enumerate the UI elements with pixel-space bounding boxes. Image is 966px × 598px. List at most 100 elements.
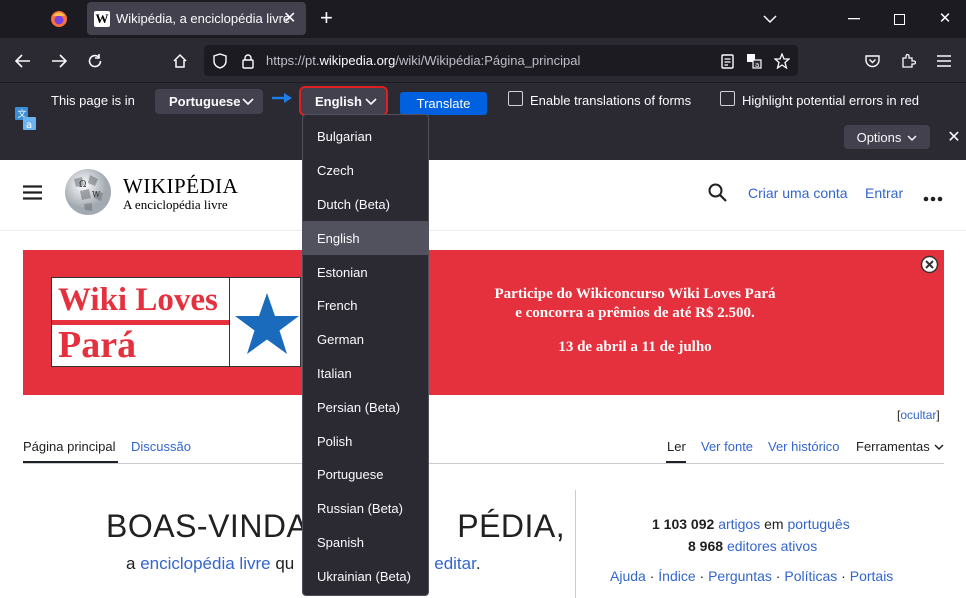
- options-button[interactable]: Options: [844, 125, 930, 149]
- tools-menu[interactable]: Ferramentas: [856, 439, 944, 454]
- close-window-icon[interactable]: ✕: [935, 8, 955, 28]
- tab-view-history[interactable]: Ver histórico: [768, 439, 840, 454]
- more-options-icon[interactable]: [923, 189, 945, 202]
- tab-main-page[interactable]: Página principal: [23, 439, 116, 454]
- footer-link[interactable]: Índice: [658, 568, 695, 584]
- link-separator: ·: [645, 568, 659, 584]
- translate-app-icon: 文a: [14, 106, 38, 132]
- from-language-select[interactable]: Portuguese: [155, 89, 263, 114]
- link-separator: ·: [695, 568, 709, 584]
- language-option[interactable]: German: [303, 323, 428, 357]
- tabs-divider: [23, 463, 944, 464]
- footer-link[interactable]: Portais: [850, 568, 894, 584]
- close-translation-bar-icon[interactable]: ✕: [944, 126, 964, 148]
- header-divider: [0, 230, 966, 231]
- editors-stat: 8 968 editores ativos: [688, 538, 818, 554]
- active-tab[interactable]: W Wikipédia, a enciclopédia livre ✕: [87, 2, 306, 35]
- footer-link[interactable]: Ajuda: [610, 568, 646, 584]
- logo-title: WIKIPÉDIA: [123, 174, 239, 198]
- back-arrow-icon[interactable]: [12, 50, 34, 72]
- translate-button[interactable]: Translate: [400, 92, 487, 115]
- chevron-down-icon: [365, 94, 377, 109]
- language-option[interactable]: Portuguese: [303, 458, 428, 492]
- banner-close-icon[interactable]: [920, 255, 939, 274]
- language-option[interactable]: Italian: [303, 357, 428, 391]
- banner-logo-box: Wiki Loves Pará: [51, 277, 301, 367]
- reload-icon[interactable]: [84, 50, 106, 72]
- wikipedia-wordmark[interactable]: WIKIPÉDIA A enciclopédia livre: [123, 174, 238, 213]
- wikipedia-favicon-icon: W: [94, 11, 110, 27]
- blue-arrow-icon: [272, 91, 294, 103]
- active-editors-link[interactable]: editores ativos: [727, 538, 817, 554]
- portuguese-link[interactable]: português: [787, 516, 849, 532]
- link-separator: ·: [837, 568, 850, 584]
- reader-view-icon[interactable]: [717, 51, 737, 71]
- tab-discussion[interactable]: Discussão: [131, 439, 191, 454]
- translate-icon[interactable]: a: [744, 51, 764, 71]
- language-dropdown: Bulgarian Czech Dutch (Beta) English Estonia…: [302, 114, 429, 596]
- language-option[interactable]: Russian (Beta): [303, 492, 428, 526]
- language-option[interactable]: Ukrainian (Beta): [303, 559, 428, 593]
- svg-text:a: a: [26, 120, 32, 131]
- svg-text:W: W: [92, 190, 101, 199]
- banner-logo-line1: Wiki Loves: [58, 282, 218, 318]
- hamburger-menu-icon[interactable]: [934, 51, 954, 71]
- to-language-value: English: [315, 93, 362, 109]
- language-option[interactable]: Dutch (Beta): [303, 188, 428, 222]
- tab-read[interactable]: Ler: [667, 439, 686, 454]
- page-is-in-label: This page is in: [51, 93, 135, 108]
- minimize-icon[interactable]: [844, 9, 864, 29]
- pocket-icon[interactable]: [862, 51, 882, 71]
- language-option[interactable]: Czech: [303, 154, 428, 188]
- bookmark-star-icon[interactable]: [772, 51, 792, 71]
- tab-bar: W Wikipédia, a enciclopédia livre ✕ + ✕: [0, 0, 966, 38]
- column-divider: [575, 490, 576, 598]
- language-option[interactable]: English: [303, 221, 428, 256]
- tab-title: Wikipédia, a enciclopédia livre: [116, 11, 291, 26]
- highlight-errors-label: Highlight potential errors in red: [742, 93, 920, 108]
- wikipedia-globe-logo[interactable]: ΩW: [62, 167, 114, 217]
- banner-text: Participe do Wikiconcurso Wiki Loves Par…: [460, 285, 810, 357]
- chevron-down-icon: [934, 439, 944, 454]
- shield-icon[interactable]: [210, 51, 230, 71]
- maximize-icon[interactable]: [889, 9, 909, 29]
- firefox-icon[interactable]: [48, 8, 70, 30]
- link-separator: ·: [771, 568, 785, 584]
- new-tab-button[interactable]: +: [320, 5, 333, 31]
- tab-view-source[interactable]: Ver fonte: [701, 439, 753, 454]
- language-option[interactable]: French: [303, 289, 428, 323]
- wiki-menu-icon[interactable]: [23, 185, 43, 201]
- language-option[interactable]: Estonian: [303, 255, 428, 289]
- footer-link[interactable]: Perguntas: [708, 568, 772, 584]
- create-account-link[interactable]: Criar uma conta: [748, 185, 848, 201]
- close-tab-icon[interactable]: ✕: [283, 8, 296, 28]
- home-icon[interactable]: [169, 50, 191, 72]
- forward-arrow-icon[interactable]: [48, 50, 70, 72]
- language-option[interactable]: Persian (Beta): [303, 390, 428, 424]
- highlight-errors-checkbox[interactable]: [720, 91, 735, 106]
- extensions-icon[interactable]: [898, 51, 918, 71]
- star-icon: [234, 292, 300, 356]
- lock-icon[interactable]: [238, 51, 258, 71]
- login-link[interactable]: Entrar: [865, 185, 903, 201]
- enable-forms-checkbox[interactable]: [508, 91, 523, 106]
- tools-label: Ferramentas: [856, 439, 930, 454]
- footer-link[interactable]: Políticas: [784, 568, 837, 584]
- from-language-value: Portuguese: [169, 94, 241, 109]
- svg-text:a: a: [755, 61, 759, 69]
- logo-subtitle: A enciclopédia livre: [123, 197, 228, 212]
- url-text[interactable]: https://pt.wikipedia.org/wiki/Wikipédia:…: [266, 53, 580, 68]
- edit-link[interactable]: editar: [434, 554, 476, 573]
- language-option[interactable]: Polish: [303, 424, 428, 458]
- list-tabs-chevron-icon[interactable]: [760, 9, 780, 29]
- articles-link[interactable]: artigos: [718, 516, 760, 532]
- banner-line1: Participe do Wikiconcurso Wiki Loves Par…: [494, 286, 776, 302]
- banner-line2: e concorra a prêmios de até R$ 2.500.: [515, 305, 755, 321]
- language-option[interactable]: Spanish: [303, 526, 428, 560]
- language-option[interactable]: Bulgarian: [303, 120, 428, 154]
- footer-links: Ajuda · Índice · Perguntas · Políticas ·…: [610, 568, 893, 584]
- search-icon[interactable]: [708, 183, 728, 203]
- free-encyclopedia-link[interactable]: enciclopédia livre: [140, 554, 270, 573]
- hide-banner-link[interactable]: [ocultar]: [897, 408, 940, 422]
- to-language-select[interactable]: English: [299, 86, 388, 116]
